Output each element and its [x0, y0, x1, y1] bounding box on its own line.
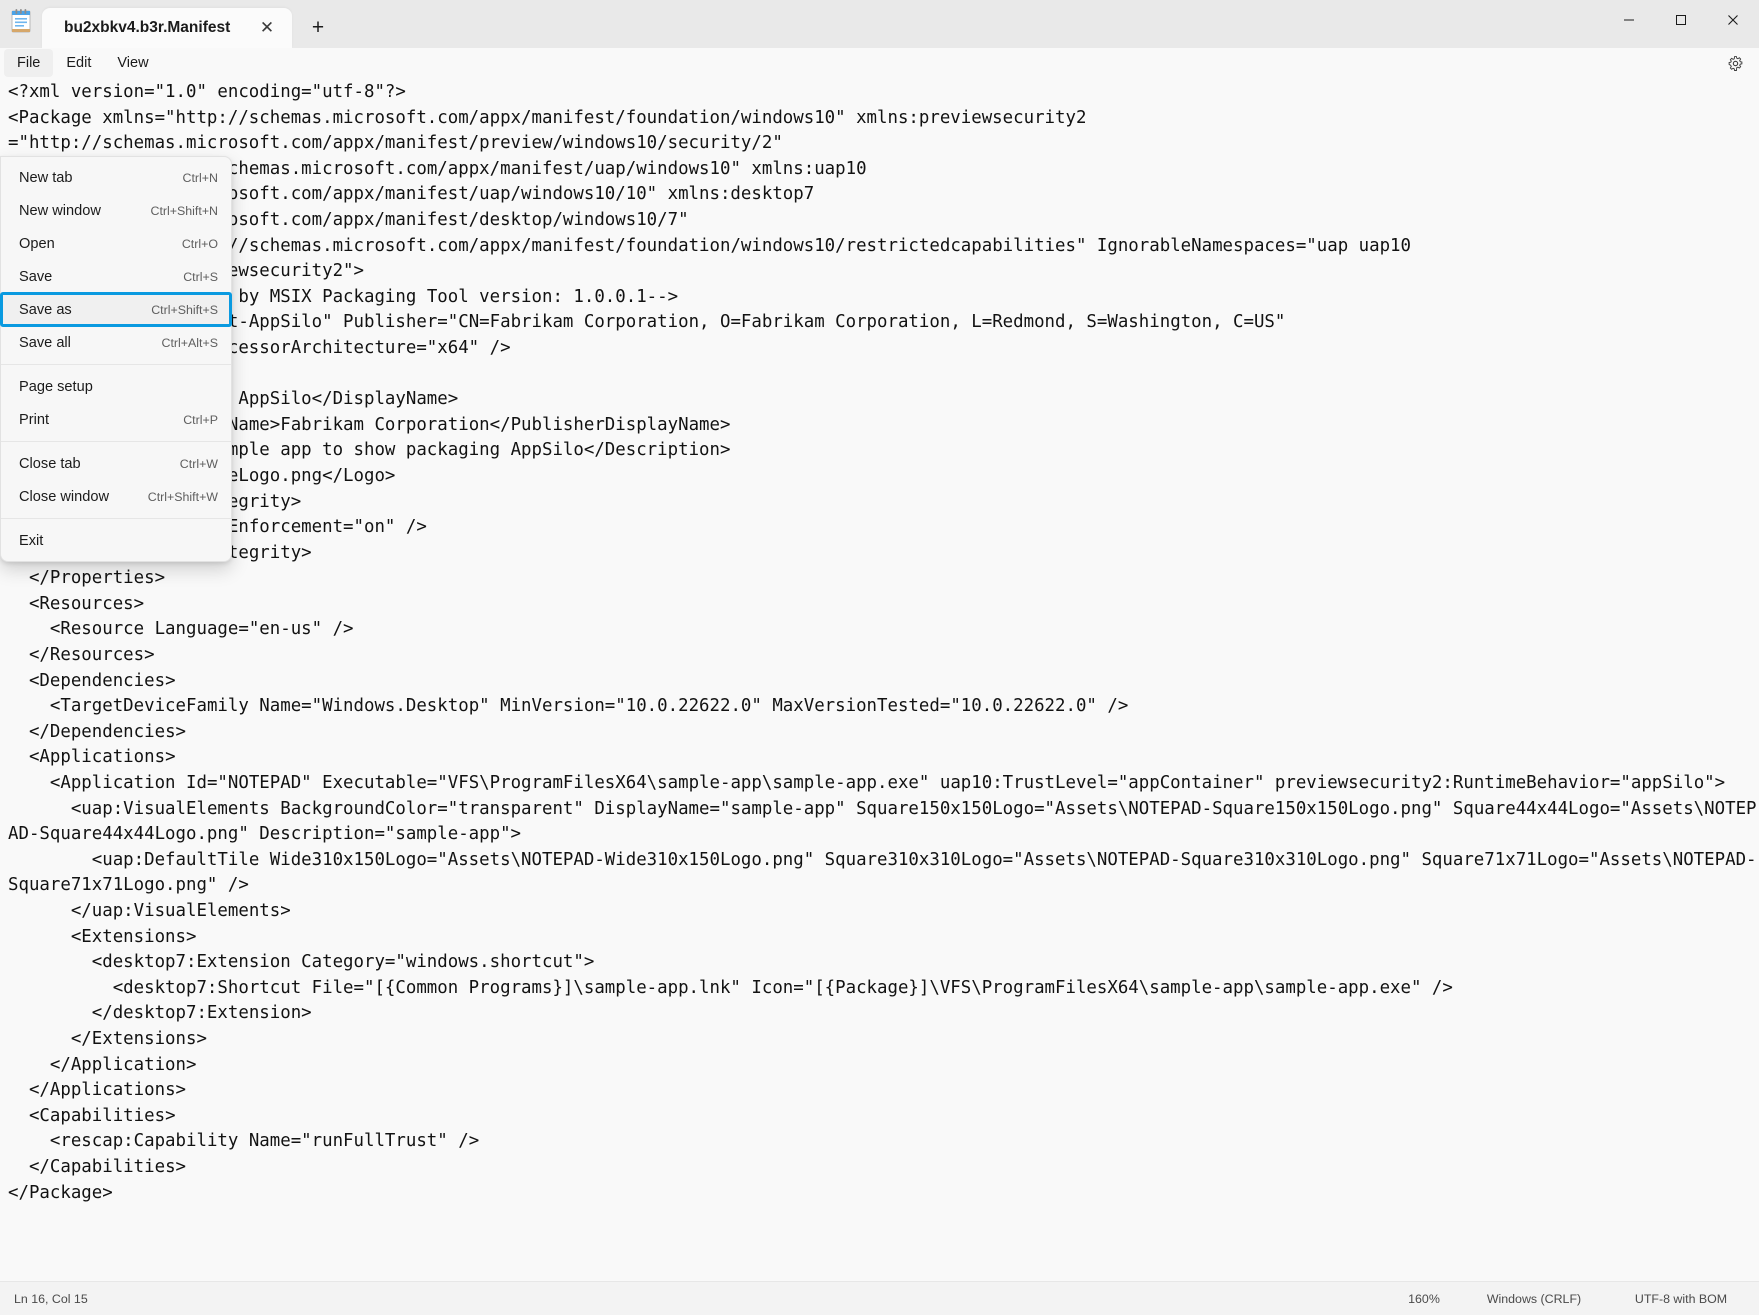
- maximize-button[interactable]: [1655, 0, 1707, 40]
- menu-item-label: Save all: [19, 334, 71, 351]
- menu-bar: File Edit View: [0, 48, 1759, 78]
- menu-item-open[interactable]: Open Ctrl+O: [1, 227, 231, 260]
- menu-item-label: Save: [19, 268, 53, 285]
- text-editor[interactable]: <?xml version="1.0" encoding="utf-8"?> <…: [0, 78, 1759, 1281]
- menu-item-close-window[interactable]: Close window Ctrl+Shift+W: [1, 480, 231, 513]
- menubar-item-file[interactable]: File: [4, 49, 54, 77]
- menu-item-shortcut: Ctrl+Alt+S: [161, 335, 218, 350]
- menu-item-label: Page setup: [19, 378, 93, 395]
- status-line-ending[interactable]: Windows (CRLF): [1459, 1292, 1609, 1306]
- menu-item-shortcut: Ctrl+P: [183, 412, 218, 427]
- menu-item-close-tab[interactable]: Close tab Ctrl+W: [1, 447, 231, 480]
- new-tab-button[interactable]: +: [298, 8, 338, 48]
- menu-item-shortcut: Ctrl+Shift+W: [147, 489, 218, 504]
- title-bar: bu2xbkv4.b3r.Manifest ✕ +: [0, 0, 1759, 48]
- menubar-item-edit[interactable]: Edit: [53, 49, 104, 77]
- status-zoom-level[interactable]: 160%: [1389, 1292, 1459, 1306]
- notepad-icon: [0, 0, 42, 48]
- menu-separator: [1, 364, 231, 365]
- menu-separator: [1, 518, 231, 519]
- menu-item-label: Exit: [19, 532, 44, 549]
- status-cursor-position: Ln 16, Col 15: [14, 1291, 88, 1306]
- menu-item-new-tab[interactable]: New tab Ctrl+N: [1, 161, 231, 194]
- tab-title: bu2xbkv4.b3r.Manifest: [64, 19, 231, 36]
- menu-item-label: Print: [19, 411, 50, 428]
- menu-item-shortcut: Ctrl+N: [182, 170, 218, 185]
- menu-item-shortcut: Ctrl+W: [179, 456, 218, 471]
- menu-item-save-all[interactable]: Save all Ctrl+Alt+S: [1, 326, 231, 359]
- menu-item-exit[interactable]: Exit: [1, 524, 231, 557]
- close-icon[interactable]: ✕: [252, 13, 282, 43]
- close-window-button[interactable]: [1707, 0, 1759, 40]
- file-menu-flyout: New tab Ctrl+N New window Ctrl+Shift+N Open C…: [0, 156, 232, 562]
- menu-item-shortcut: Ctrl+O: [181, 236, 218, 251]
- menu-separator: [1, 441, 231, 442]
- status-bar: Ln 16, Col 15 160% Windows (CRLF) UTF-8 …: [0, 1281, 1759, 1315]
- menu-item-label: Close tab: [19, 455, 81, 472]
- menu-item-print[interactable]: Print Ctrl+P: [1, 403, 231, 436]
- menu-item-save-as[interactable]: Save as Ctrl+Shift+S: [0, 292, 232, 327]
- menu-item-label: Close window: [19, 488, 110, 505]
- window-controls: [1603, 0, 1759, 40]
- status-encoding[interactable]: UTF-8 with BOM: [1609, 1292, 1759, 1306]
- menu-item-shortcut: Ctrl+Shift+S: [151, 302, 218, 317]
- tab-strip: bu2xbkv4.b3r.Manifest ✕ +: [42, 0, 338, 48]
- minimize-button[interactable]: [1603, 0, 1655, 40]
- editor-area[interactable]: <?xml version="1.0" encoding="utf-8"?> <…: [0, 78, 1759, 1281]
- menu-item-label: Save as: [19, 301, 72, 318]
- notepad-window: bu2xbkv4.b3r.Manifest ✕ + File Edit View: [0, 0, 1759, 1315]
- menu-item-save[interactable]: Save Ctrl+S: [1, 260, 231, 293]
- menubar-item-view[interactable]: View: [104, 49, 161, 77]
- menu-item-shortcut: Ctrl+S: [183, 269, 218, 284]
- tab-manifest[interactable]: bu2xbkv4.b3r.Manifest ✕: [42, 8, 292, 48]
- gear-icon[interactable]: [1721, 50, 1749, 76]
- menu-item-shortcut: Ctrl+Shift+N: [150, 203, 218, 218]
- menu-item-label: Open: [19, 235, 55, 252]
- menu-item-label: New tab: [19, 169, 73, 186]
- menu-item-new-window[interactable]: New window Ctrl+Shift+N: [1, 194, 231, 227]
- menu-item-page-setup[interactable]: Page setup: [1, 370, 231, 403]
- menu-item-label: New window: [19, 202, 101, 219]
